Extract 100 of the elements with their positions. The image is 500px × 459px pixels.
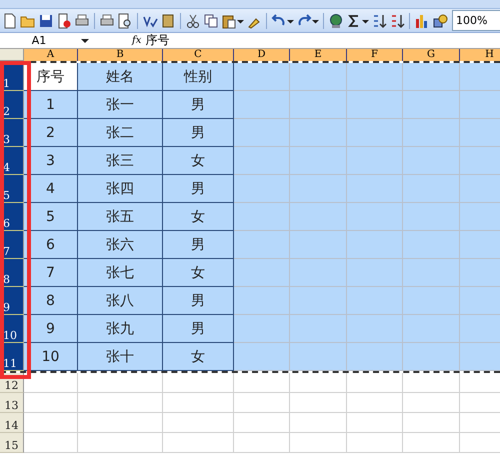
book-icon[interactable] [160,12,176,28]
table-cell [163,413,234,433]
table-cell [234,393,290,413]
drawing-shapes-icon[interactable] [432,12,448,28]
column-header[interactable]: E [290,49,347,61]
table-cell [347,231,403,259]
formula-field[interactable]: 序号 [141,32,500,49]
row-header[interactable]: 14 [0,413,24,433]
table-cell: 8 [24,287,78,315]
table-cell: 4 [24,175,78,203]
table-cell [290,413,347,433]
table-cell [403,63,460,91]
table-cell [234,259,290,287]
table-cell [234,119,290,147]
table-cell: 张七 [78,259,163,287]
table-cell: 6 [24,231,78,259]
table-cell: 9 [24,315,78,343]
new-document-icon[interactable] [2,12,18,28]
column-header[interactable]: C [163,49,234,61]
table-cell [234,63,290,91]
table-cell [347,203,403,231]
table-cell: 男 [163,315,234,343]
table-cell: 姓名 [78,63,163,91]
sort-ascending-icon[interactable] [371,12,387,28]
table-cell [234,147,290,175]
column-header[interactable]: D [234,49,290,61]
undo-icon[interactable] [271,12,287,28]
column-header[interactable]: A [24,49,78,61]
table-cell: 性别 [163,63,234,91]
zoom-dropdown[interactable]: 100% [452,10,500,31]
scissors-icon[interactable] [185,12,201,28]
table-cell: 张六 [78,231,163,259]
table-cell [234,433,290,453]
table-cell [24,433,78,453]
globe-icon[interactable] [328,12,344,28]
table-cell: 序号 [24,63,78,91]
table-cell [403,259,460,287]
table-cell [403,203,460,231]
table-cell: 女 [163,147,234,175]
save-icon[interactable] [38,12,54,28]
paste-icon[interactable] [221,12,237,28]
table-cell [347,119,403,147]
table-cell: 2 [24,119,78,147]
table-cell [234,343,290,371]
table-cell [347,343,403,371]
table-cell [24,373,78,393]
copy-icon[interactable] [203,12,219,28]
column-header[interactable]: F [347,49,403,61]
table-cell: 5 [24,203,78,231]
table-cell [24,413,78,433]
table-cell [403,231,460,259]
table-cell: 张八 [78,287,163,315]
table-cell: 张二 [78,119,163,147]
table-cell [234,91,290,119]
table-cell: 男 [163,287,234,315]
table-cell: 10 [24,343,78,371]
bar-chart-icon[interactable] [414,12,430,28]
printer-icon[interactable] [74,12,90,28]
table-cell [403,433,460,453]
table-cell [234,175,290,203]
column-header[interactable]: G [403,49,460,61]
name-box[interactable]: A1 [0,34,78,47]
table-cell: 张九 [78,315,163,343]
table-cell: 男 [163,175,234,203]
row-header[interactable]: 13 [0,393,24,413]
table-cell [403,343,460,371]
redo-icon[interactable] [296,12,312,28]
column-header[interactable]: H [460,49,500,61]
table-cell [403,413,460,433]
sort-descending-icon[interactable] [389,12,405,28]
table-cell [163,433,234,453]
table-cell: 女 [163,343,234,371]
table-cell [347,433,403,453]
print-preview-icon[interactable] [117,12,133,28]
printer-icon[interactable] [99,12,115,28]
table-cell [24,393,78,413]
table-cell: 张五 [78,203,163,231]
table-cell [403,91,460,119]
row-header[interactable]: 15 [0,433,24,453]
table-cell [290,315,347,343]
table-cell: 女 [163,259,234,287]
table-cell [234,315,290,343]
table-cell: 3 [24,147,78,175]
table-cell [403,287,460,315]
table-cell [347,147,403,175]
table-cell: 男 [163,91,234,119]
table-cell [290,373,347,393]
table-cell [163,373,234,393]
table-cell [403,315,460,343]
table-cell [347,393,403,413]
table-cell [347,63,403,91]
table-cell [234,373,290,393]
column-header[interactable]: B [78,49,163,61]
table-cell: 张十 [78,343,163,371]
document-permission-icon[interactable] [56,12,72,28]
table-cell [347,175,403,203]
table-cell [290,259,347,287]
insert-function-button[interactable]: fx [132,35,142,46]
table-cell [290,433,347,453]
table-cell: 张四 [78,175,163,203]
